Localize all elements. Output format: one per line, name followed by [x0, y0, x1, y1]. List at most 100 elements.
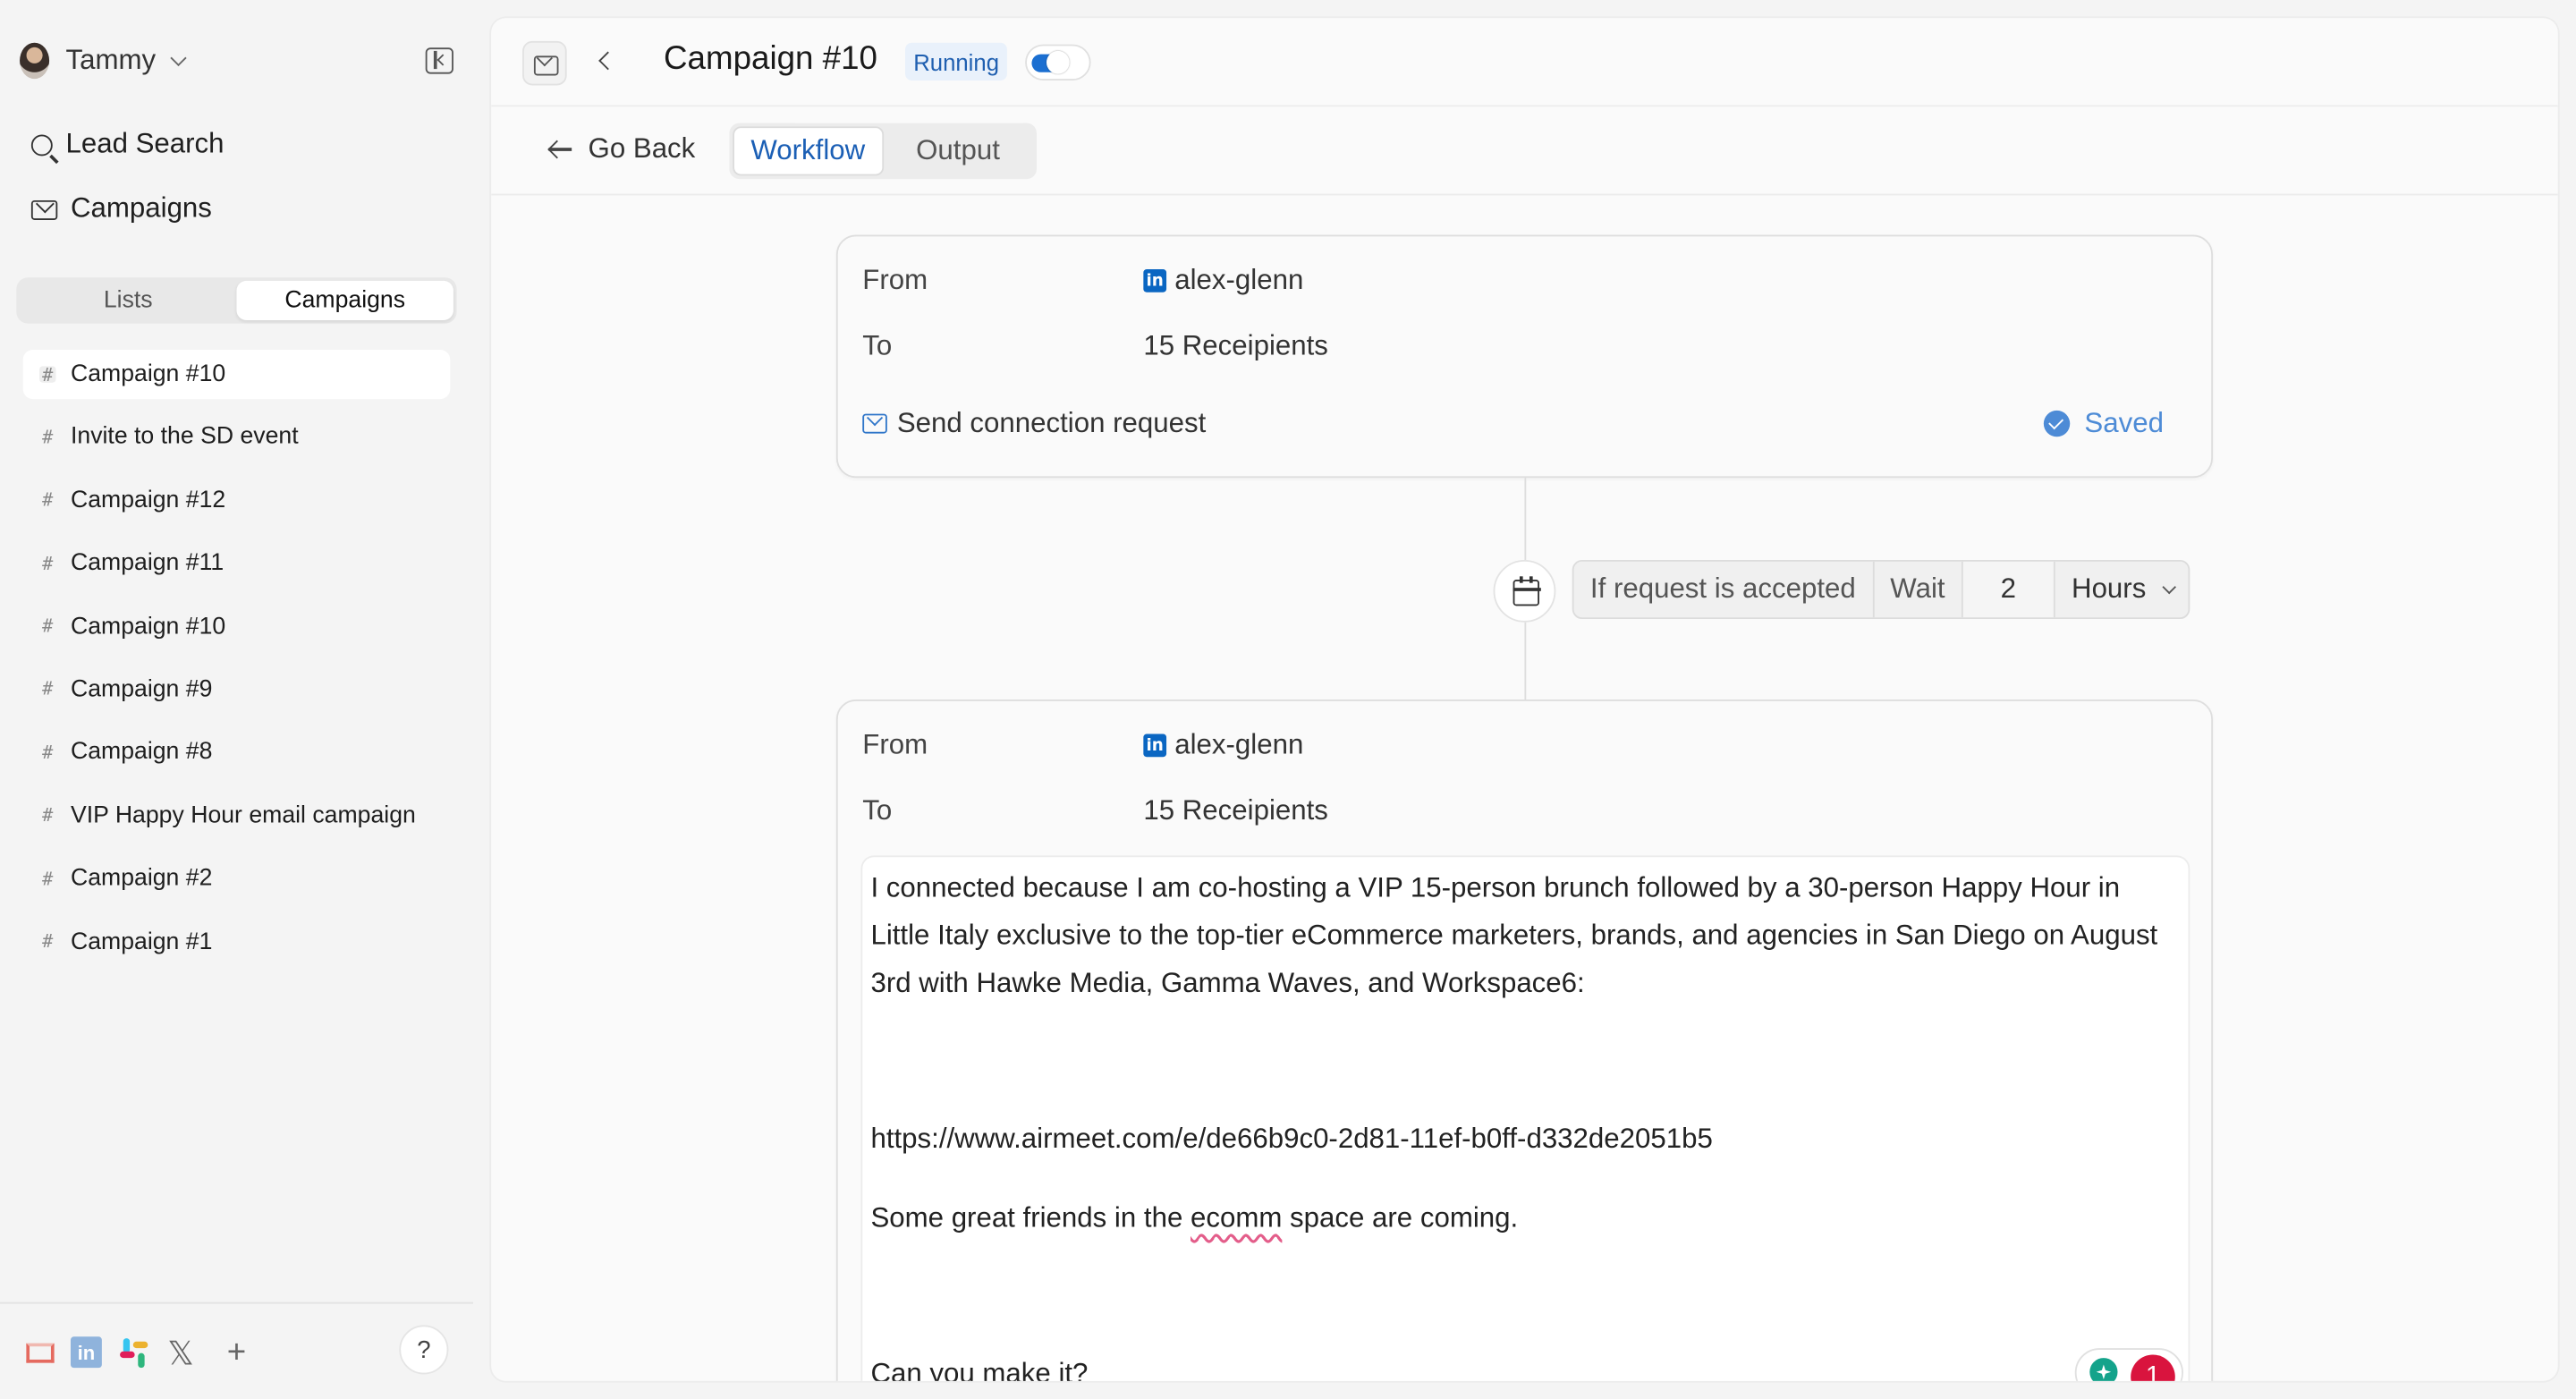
wait-amount-input[interactable]: 2: [1962, 561, 2055, 618]
campaign-item-label: Campaign #11: [70, 550, 225, 577]
tab-output[interactable]: Output: [883, 126, 1032, 175]
user-menu[interactable]: Tammy: [20, 39, 187, 82]
go-back-button[interactable]: Go Back: [548, 133, 695, 166]
calendar-icon[interactable]: [1493, 559, 1556, 623]
message-text: Some great friends in the: [870, 1201, 1191, 1234]
x-icon[interactable]: 𝕏: [165, 1335, 198, 1371]
hash-icon: #: [39, 364, 56, 385]
grammar-assistant[interactable]: 1: [2074, 1348, 2183, 1381]
from-label: From: [862, 729, 928, 760]
search-icon: [30, 133, 53, 156]
check-circle-icon: [2043, 410, 2070, 437]
campaign-item[interactable]: # Invite to the SD event: [23, 412, 451, 462]
grammarly-icon: [2089, 1358, 2118, 1381]
linkedin-icon: in: [1143, 733, 1167, 758]
step-card: From in alex-glenn To 15 Receipients I c…: [835, 700, 2214, 1383]
campaign-item[interactable]: # Campaign #2: [23, 854, 451, 903]
from-account: alex-glenn: [1174, 729, 1304, 760]
spelling-flag[interactable]: ecomm: [1191, 1202, 1282, 1234]
list-type-toggle: Lists Campaigns: [16, 277, 457, 324]
to-value[interactable]: 15 Receipients: [1143, 330, 1328, 363]
view-tabs: Workflow Output: [729, 123, 1037, 180]
saved-label: Saved: [2084, 407, 2164, 439]
campaign-item[interactable]: # VIP Happy Hour email campaign: [23, 791, 451, 840]
campaign-list: # Campaign #10 # Invite to the SD event # C…: [22, 350, 451, 980]
step-action-label: Send connection request: [896, 407, 1207, 439]
tab-campaigns[interactable]: Campaigns: [236, 280, 453, 320]
running-toggle[interactable]: [1025, 44, 1091, 81]
campaign-item-label: Campaign #1: [70, 928, 213, 955]
chevron-down-icon: [170, 48, 187, 66]
issue-count-badge: 1: [2131, 1354, 2175, 1381]
hash-icon: #: [42, 615, 54, 638]
chevron-down-icon: [2163, 580, 2177, 595]
tab-lists[interactable]: Lists: [20, 281, 236, 320]
go-back-label: Go Back: [588, 132, 696, 165]
subnav: Go Back Workflow Output: [491, 106, 2558, 196]
campaign-item-label: Campaign #8: [70, 739, 213, 767]
header: Campaign #10 Running: [491, 18, 2558, 107]
campaign-item[interactable]: # Campaign #8: [23, 728, 451, 777]
wait-unit-select[interactable]: Hours: [2055, 562, 2189, 617]
from-value[interactable]: in alex-glenn: [1143, 729, 1303, 762]
campaign-item[interactable]: # Campaign #10: [22, 350, 451, 400]
hash-icon: #: [42, 553, 54, 574]
hash-icon: #: [42, 678, 54, 700]
hash-icon: #: [42, 930, 54, 953]
message-paragraph: Can you make it?: [870, 1358, 1089, 1383]
tab-workflow[interactable]: Workflow: [733, 126, 884, 176]
message-editor[interactable]: I connected because I am co-hosting a VI…: [860, 855, 2190, 1383]
condition-trigger[interactable]: If request is accepted: [1574, 561, 1874, 618]
hash-icon: #: [42, 868, 54, 890]
campaign-item-label: Campaign #10: [70, 360, 226, 388]
hash-icon: #: [42, 489, 54, 512]
main-panel: Campaign #10 Running Go Back Workflow Ou…: [489, 16, 2560, 1383]
to-label: To: [862, 329, 893, 361]
add-integration-icon[interactable]: +: [224, 1335, 250, 1370]
campaign-item-label: VIP Happy Hour email campaign: [70, 802, 416, 829]
help-button[interactable]: ?: [399, 1325, 449, 1375]
status-badge: Running: [905, 42, 1008, 81]
campaign-item-label: Campaign #12: [70, 487, 226, 514]
hash-icon: #: [42, 804, 54, 827]
sidebar: Tammy Lead Search Campaigns Lists Campai…: [0, 0, 477, 1399]
chevron-left-icon[interactable]: [598, 51, 617, 71]
campaign-item-label: Invite to the SD event: [70, 424, 299, 451]
nav-lead-search[interactable]: Lead Search: [30, 125, 225, 165]
campaign-item[interactable]: # Campaign #1: [23, 917, 451, 966]
campaign-item-label: Campaign #2: [70, 865, 213, 893]
hash-icon: #: [42, 427, 54, 448]
arrow-left-icon: [548, 140, 572, 159]
message-paragraph: I connected because I am co-hosting a VI…: [870, 871, 2158, 999]
mail-icon: [30, 199, 58, 220]
campaign-item[interactable]: # Campaign #10: [23, 602, 451, 651]
hash-icon: #: [42, 742, 54, 764]
page-title: Campaign #10: [664, 40, 877, 78]
step-action[interactable]: Send connection request: [862, 407, 1206, 440]
campaign-item[interactable]: # Campaign #9: [23, 665, 451, 714]
wait-unit-label: Hours: [2072, 572, 2147, 605]
connector-line: [1524, 622, 1527, 700]
nav-campaigns[interactable]: Campaigns: [30, 189, 212, 228]
avatar: [20, 42, 50, 80]
message-paragraph: Some great friends in the ecomm space ar…: [870, 1194, 2176, 1242]
to-value[interactable]: 15 Receipients: [1143, 794, 1328, 827]
from-label: From: [862, 264, 928, 296]
message-text: space are coming.: [1282, 1201, 1519, 1234]
slack-icon[interactable]: [118, 1336, 149, 1369]
campaign-item[interactable]: # Campaign #11: [23, 538, 451, 588]
mail-icon: [862, 413, 887, 434]
campaign-item-label: Campaign #10: [70, 613, 226, 640]
linkedin-icon[interactable]: in: [70, 1336, 102, 1369]
to-label: To: [862, 794, 893, 827]
linkedin-icon: in: [1143, 269, 1167, 293]
from-value[interactable]: in alex-glenn: [1143, 265, 1303, 298]
sidebar-collapse-icon[interactable]: [425, 47, 453, 74]
user-name: Tammy: [65, 44, 157, 76]
saved-status: Saved: [2043, 407, 2164, 440]
nav-lead-search-label: Lead Search: [65, 128, 225, 160]
gmail-icon[interactable]: [25, 1336, 55, 1369]
inbox-icon[interactable]: [522, 40, 567, 86]
campaign-item[interactable]: # Campaign #12: [23, 476, 451, 525]
nav-campaigns-label: Campaigns: [70, 191, 212, 224]
